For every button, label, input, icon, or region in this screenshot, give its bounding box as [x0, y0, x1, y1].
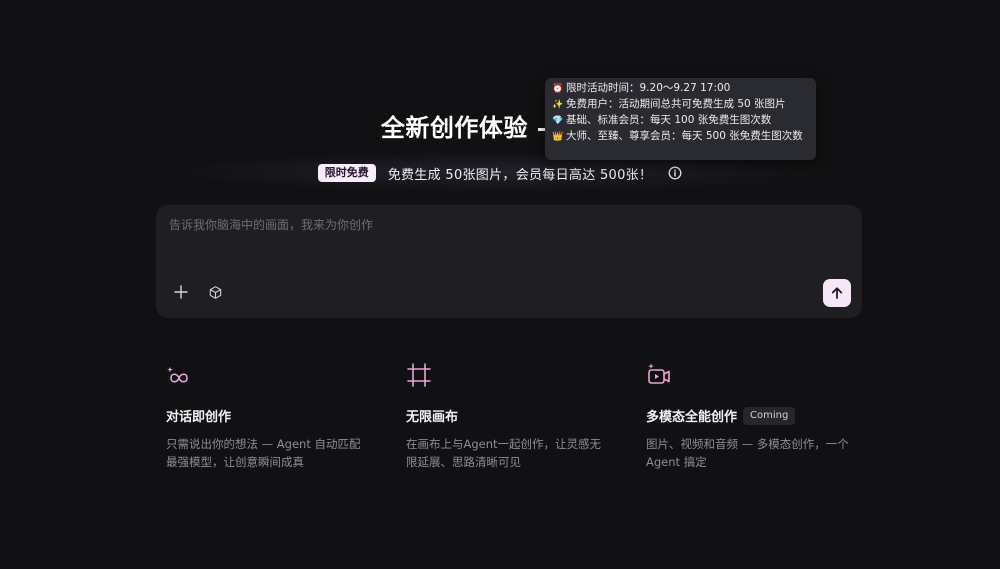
alarm-clock-icon: ⏰: [552, 84, 564, 94]
prompt-box: [156, 205, 862, 318]
send-button[interactable]: [823, 279, 851, 307]
tooltip-line-text: 免费用户：活动期间总共可免费生成 50 张图片: [566, 98, 786, 110]
tooltip-line: 💎 基础、标准会员：每天 100 张免费生图次数: [552, 113, 809, 129]
tooltip-line: ⏰ 限时活动时间：9.20～9.27 17:00: [552, 81, 809, 97]
feature-title: 无限画布: [406, 410, 459, 425]
feature-description: 图片、视频和音频 — 多模态创作，一个 Agent 搞定: [646, 437, 849, 469]
promo-banner: 限时免费 免费生成 50张图片，会员每日高达 500张！: [0, 160, 1000, 186]
feature-title: 多模态全能创作: [646, 410, 738, 425]
tooltip-line-text: 大师、至臻、尊享会员：每天 500 张免费生图次数: [566, 130, 803, 142]
tooltip-line-text: 基础、标准会员：每天 100 张免费生图次数: [566, 114, 772, 126]
infinity-chat-icon: [167, 367, 188, 383]
tooltip-line-text: 限时活动时间：9.20～9.27 17:00: [566, 82, 731, 94]
video-sparkle-icon: [648, 363, 670, 384]
coming-soon-badge: Coming: [743, 406, 796, 425]
promo-tooltip: ⏰ 限时活动时间：9.20～9.27 17:00 ✨ 免费用户：活动期间总共可免费生…: [545, 78, 816, 160]
feature-multimodal: 多模态全能创作 Coming 图片、视频和音频 — 多模态创作，一个 Agent…: [646, 362, 856, 471]
page-headline: 全新创作体验 — 让创: [0, 108, 1000, 143]
feature-title-row: 对话即创作: [166, 406, 376, 425]
feature-infinite-canvas: 无限画布 在画布上与Agent一起创作，让灵感无限延展、思路清晰可见: [406, 362, 616, 471]
sparkles-icon: ✨: [552, 100, 564, 110]
model-select-button[interactable]: [204, 281, 226, 303]
feature-description: 在画布上与Agent一起创作，让灵感无限延展、思路清晰可见: [406, 437, 602, 469]
tooltip-line: ✨ 免费用户：活动期间总共可免费生成 50 张图片: [552, 97, 809, 113]
gem-icon: 💎: [552, 116, 564, 126]
feature-description: 只需说出你的想法 — Agent 自动匹配最强模型，让创意瞬间成真: [166, 437, 361, 469]
headline-main: 全新创作体验 —: [380, 114, 571, 142]
prompt-input[interactable]: [167, 217, 811, 233]
feature-title-row: 多模态全能创作 Coming: [646, 406, 856, 425]
plus-icon: [174, 285, 188, 299]
feature-title: 对话即创作: [166, 410, 232, 425]
limited-free-badge: 限时免费: [317, 164, 376, 182]
crop-frame-icon: [407, 363, 431, 387]
arrow-up-icon: [831, 287, 843, 299]
feature-title-row: 无限画布: [406, 406, 616, 425]
feature-chat-create: 对话即创作 只需说出你的想法 — Agent 自动匹配最强模型，让创意瞬间成真: [166, 362, 376, 471]
crown-icon: 👑: [552, 132, 564, 142]
page: 全新创作体验 — 让创 限时免费 免费生成 50张图片，会员每日高达 500张！…: [0, 0, 1000, 569]
add-button[interactable]: [170, 281, 192, 303]
info-circle-icon[interactable]: [668, 166, 682, 180]
cube-icon: [209, 285, 221, 299]
promo-text: 免费生成 50张图片，会员每日高达 500张！: [387, 167, 653, 183]
tooltip-line: 👑 大师、至臻、尊享会员：每天 500 张免费生图次数: [552, 129, 809, 145]
